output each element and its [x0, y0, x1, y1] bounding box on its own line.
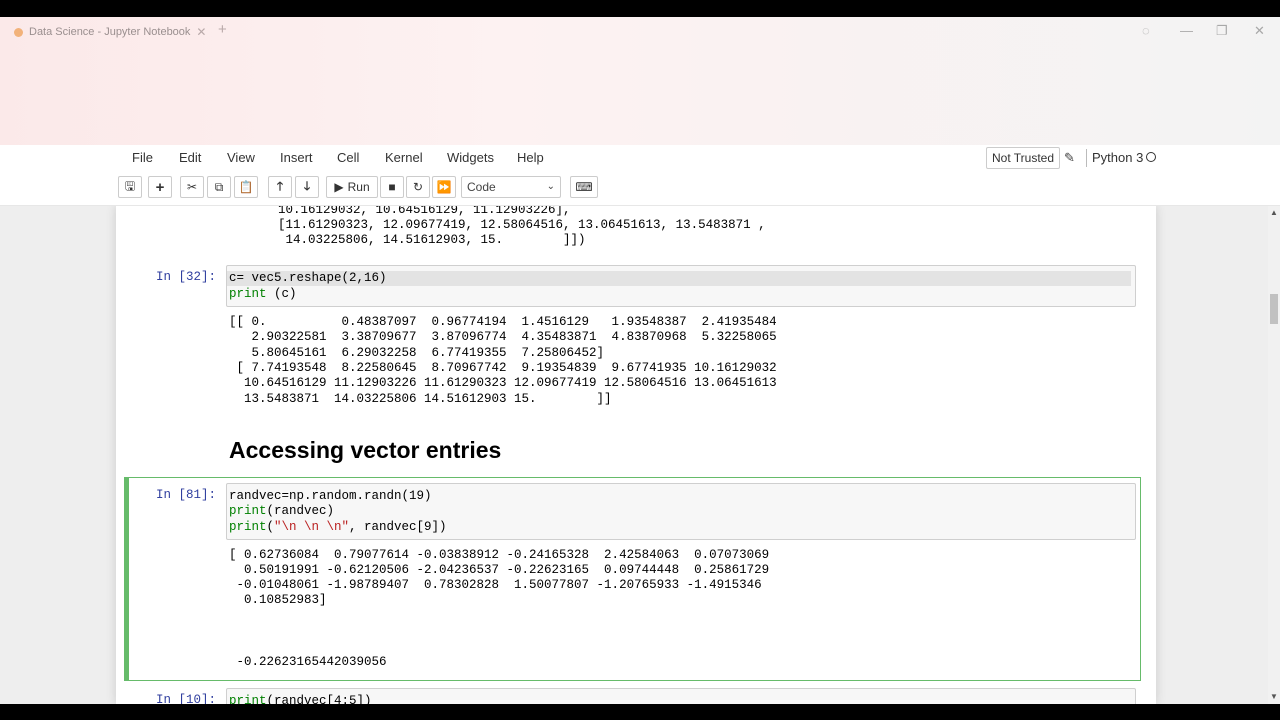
screen-bottom-bar — [0, 704, 1280, 720]
previous-output-line: [11.61290323, 12.09677419, 12.58064516, … — [278, 218, 766, 232]
menu-help[interactable]: Help — [517, 150, 544, 165]
output-scalar: -0.22623165442039056 — [229, 655, 387, 669]
insert-cell-button[interactable]: + — [148, 176, 172, 198]
previous-output-line: 10.16129032, 10.64516129, 11.12903226], — [278, 206, 571, 217]
code-line: print (c) — [229, 287, 297, 303]
vertical-scrollbar[interactable]: ▲ ▼ — [1268, 206, 1280, 704]
code-input[interactable]: c= vec5.reshape(2,16) print (c) — [226, 265, 1136, 307]
output-line: 5.80645161 6.29032258 6.77419355 7.25806… — [229, 346, 605, 360]
copy-icon: ⧉ — [214, 179, 224, 194]
code-line: c= vec5.reshape(2,16) — [229, 271, 387, 285]
cell-prompt: In [32]: — [155, 270, 216, 284]
restart-run-all-button[interactable]: ⏩ — [432, 176, 456, 198]
code-line: print("\n \n \n", randvec[9]) — [229, 520, 447, 536]
notebook-header: File Edit View Insert Cell Kernel Widget… — [0, 145, 1280, 206]
output-line: -0.01048061 -1.98789407 0.78302828 1.500… — [229, 578, 762, 592]
restart-icon: ↻ — [412, 180, 424, 194]
move-up-button[interactable]: 🡑 — [268, 176, 292, 198]
new-tab-icon[interactable]: + — [218, 21, 227, 38]
code-fragment: (randvec) — [266, 504, 335, 518]
code-input[interactable]: randvec=np.random.randn(19) print(randve… — [226, 483, 1136, 540]
edit-pencil-icon[interactable]: ✎ — [1064, 150, 1075, 166]
fast-forward-icon: ⏩ — [436, 180, 452, 194]
scroll-down-icon[interactable]: ▼ — [1270, 692, 1278, 701]
previous-output-line: 14.03225806, 14.51612903, 15. ]]) — [278, 233, 586, 247]
string-literal: "\n \n \n" — [274, 520, 350, 534]
menu-edit[interactable]: Edit — [179, 150, 201, 165]
clipboard-icon: 📋 — [238, 180, 254, 194]
play-icon: ▶ — [334, 180, 344, 194]
scroll-up-icon[interactable]: ▲ — [1270, 208, 1278, 217]
kernel-idle-indicator-icon — [1146, 152, 1156, 162]
scrollbar-thumb[interactable] — [1270, 294, 1278, 324]
output-line: 2.90322581 3.38709677 3.87096774 4.35483… — [229, 330, 777, 344]
menu-view[interactable]: View — [227, 150, 255, 165]
cell-prompt: In [10]: — [155, 693, 216, 704]
arrow-down-icon: 🡓 — [303, 178, 311, 193]
keyboard-icon: ⌨ — [575, 180, 593, 194]
cell-type-value: Code — [467, 180, 496, 194]
output-line: 0.50191991 -0.62120506 -2.04236537 -0.22… — [229, 563, 770, 577]
menu-file[interactable]: File — [132, 150, 153, 165]
menu-cell[interactable]: Cell — [337, 150, 359, 165]
notebook-scroll-area[interactable]: 10.16129032, 10.64516129, 11.12903226], … — [0, 206, 1268, 704]
notebook-container: 10.16129032, 10.64516129, 11.12903226], … — [116, 206, 1156, 704]
print-keyword: print — [229, 504, 267, 518]
print-keyword: print — [229, 520, 267, 534]
code-line: randvec=np.random.randn(19) — [229, 489, 432, 503]
run-label: Run — [347, 180, 370, 194]
code-line: print(randvec) — [229, 504, 334, 520]
menu-widgets[interactable]: Widgets — [447, 150, 494, 165]
screen-top-bar — [0, 0, 1280, 17]
code-fragment: (randvec[4:5]) — [266, 694, 372, 704]
save-button[interactable]: 🖫 — [118, 176, 142, 198]
plus-icon: + — [155, 178, 165, 196]
markdown-heading: Accessing vector entries — [229, 437, 502, 463]
cell-type-select[interactable]: Code ⌄ — [461, 176, 561, 198]
save-icon: 🖫 — [124, 178, 136, 193]
run-button[interactable]: ▶ Run — [326, 176, 378, 198]
restart-button[interactable]: ↻ — [406, 176, 430, 198]
output-line: 10.64516129 11.12903226 11.61290323 12.0… — [229, 376, 777, 390]
menubar: File Edit View Insert Cell Kernel Widget… — [122, 145, 1162, 171]
code-fragment: (c) — [266, 287, 297, 301]
maximize-icon[interactable]: ❐ — [1216, 23, 1228, 39]
menu-kernel[interactable]: Kernel — [385, 150, 423, 165]
kernel-name[interactable]: Python 3 — [1092, 150, 1143, 165]
trust-status-button[interactable]: Not Trusted — [986, 147, 1061, 169]
browser-tab-strip: Data Science - Jupyter Notebook ✕ + ◌ — … — [0, 17, 1280, 145]
chevron-down-icon: ⌄ — [546, 181, 555, 192]
window-close-icon[interactable]: ✕ — [1254, 23, 1265, 39]
browser-tab[interactable]: Data Science - Jupyter Notebook ✕ — [14, 23, 206, 41]
code-line: print(randvec[4:5]) — [229, 694, 372, 704]
output-line: 0.10852983] — [229, 593, 327, 607]
print-keyword: print — [229, 287, 267, 301]
stop-icon: ■ — [388, 180, 396, 194]
interrupt-button[interactable]: ■ — [380, 176, 404, 198]
cell-prompt: In [81]: — [155, 488, 216, 502]
output-line: [ 7.74193548 8.22580645 8.70967742 9.193… — [229, 361, 777, 375]
arrow-up-icon: 🡑 — [276, 178, 284, 193]
menu-insert[interactable]: Insert — [280, 150, 313, 165]
command-palette-button[interactable]: ⌨ — [570, 176, 598, 198]
print-keyword: print — [229, 694, 267, 704]
tab-title: Data Science - Jupyter Notebook — [29, 26, 191, 38]
output-line: [[ 0. 0.48387097 0.96774194 1.4516129 1.… — [229, 315, 777, 329]
tab-close-icon[interactable]: ✕ — [196, 25, 206, 39]
copy-button[interactable]: ⧉ — [207, 176, 231, 198]
jupyter-favicon-icon — [14, 27, 23, 37]
scissors-icon: ✂ — [186, 180, 198, 194]
kernel-separator — [1086, 149, 1087, 167]
paste-button[interactable]: 📋 — [234, 176, 258, 198]
code-input[interactable]: print(randvec[4:5]) — [226, 688, 1136, 704]
code-fragment: , randvec[9]) — [349, 520, 447, 534]
cut-button[interactable]: ✂ — [180, 176, 204, 198]
move-down-button[interactable]: 🡓 — [295, 176, 319, 198]
output-line: 13.5483871 14.03225806 14.51612903 15. ]… — [229, 392, 612, 406]
minimize-icon[interactable]: — — [1180, 23, 1193, 38]
code-fragment: ( — [266, 520, 275, 534]
toolbar: 🖫 + ✂ ⧉ 📋 🡑 🡓 ▶ Run ■ ↻ ⏩ Code ⌄ ⌨ — [118, 176, 1158, 202]
account-circle-icon[interactable]: ◌ — [1142, 23, 1150, 38]
output-line: [ 0.62736084 0.79077614 -0.03838912 -0.2… — [229, 548, 770, 562]
